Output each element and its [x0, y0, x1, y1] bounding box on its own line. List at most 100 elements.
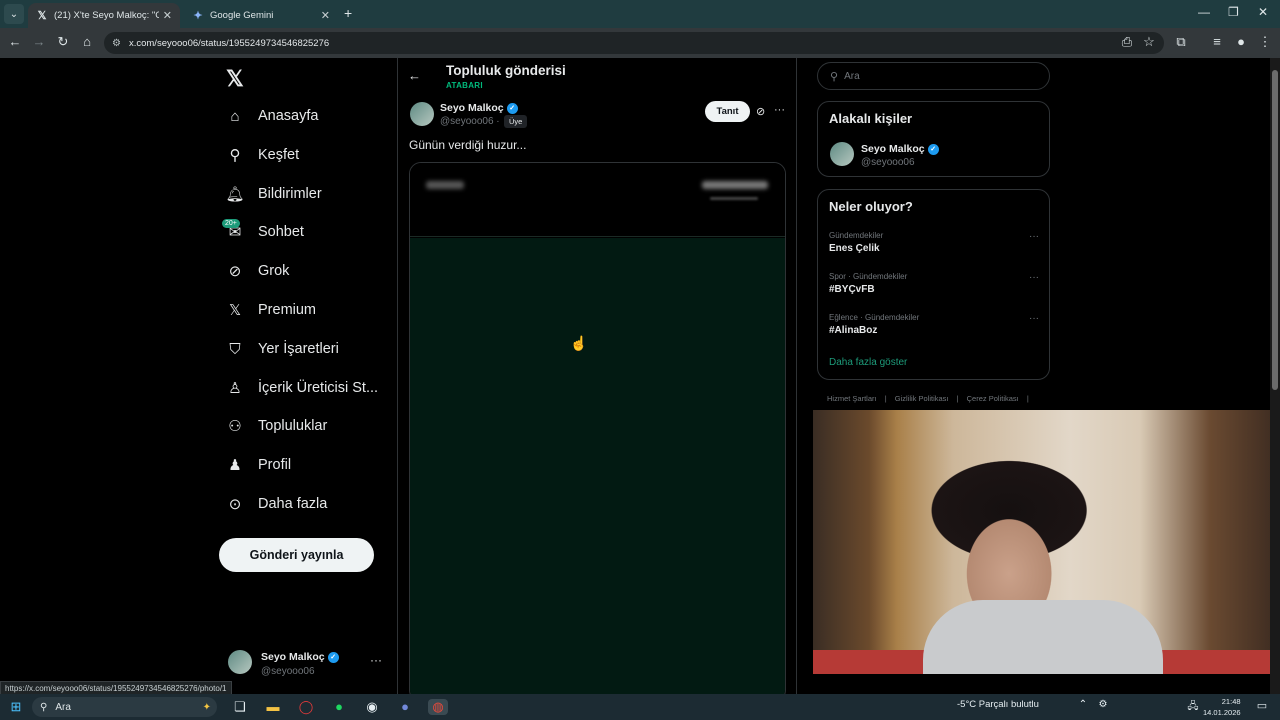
search-icon: ⚲	[229, 147, 241, 164]
taskbar-search[interactable]: ⚲ Ara ✦	[32, 697, 217, 717]
bookmark-star-icon[interactable]: ☆	[1140, 34, 1158, 50]
nav-communities[interactable]: ⚇ Topluluklar	[224, 411, 327, 441]
tray-icons[interactable]: ⚙	[1093, 699, 1113, 710]
search-icon: ⚲	[40, 701, 48, 713]
restore-button[interactable]: ❐	[1228, 5, 1239, 19]
menu-icon[interactable]: ⋮	[1256, 34, 1274, 50]
tab-x-post[interactable]: 𝕏 (21) X'te Seyo Malkoç: "Günün ✕	[28, 3, 180, 28]
cookie-link[interactable]: Çerez Politikası	[967, 394, 1019, 403]
tab-title: Google Gemini	[210, 10, 274, 21]
opera-icon[interactable]: ◯	[296, 699, 316, 715]
webcam-overlay	[813, 410, 1280, 674]
close-tab-icon[interactable]: ✕	[163, 9, 172, 22]
scrollbar-thumb[interactable]	[1272, 70, 1278, 390]
new-tab-button[interactable]: +	[344, 5, 352, 21]
tab-gemini[interactable]: ✦ Google Gemini ✕	[184, 3, 338, 28]
home-icon[interactable]: ⌂	[78, 34, 96, 49]
tray-chevron-icon[interactable]: ⌃	[1073, 699, 1093, 710]
person-handle[interactable]: @seyooo06	[861, 157, 915, 168]
trend-item[interactable]: Spor · Gündemdekiler #BYÇvFB ···	[829, 272, 1039, 295]
blurred-line	[710, 197, 758, 200]
show-more-link[interactable]: Daha fazla göster	[829, 357, 907, 368]
nav-profile[interactable]: ♟ Profil	[224, 450, 291, 480]
taskbar-search-label: Ara	[55, 701, 71, 713]
privacy-link[interactable]: Gizlilik Politikası	[895, 394, 949, 403]
nav-home[interactable]: ⌂ Anasayfa	[224, 101, 318, 131]
weather-widget[interactable]: -5°C Parçalı bulutlu	[957, 699, 1039, 710]
discord-icon[interactable]: ●	[395, 699, 415, 714]
address-bar[interactable]: ⚙ x.com/seyooo06/status/1955249734546825…	[104, 32, 1164, 54]
nav-label: Topluluklar	[258, 418, 328, 434]
close-window-button[interactable]: ✕	[1258, 5, 1268, 19]
forward-icon[interactable]: →	[30, 34, 48, 49]
trend-item[interactable]: Gündemdekiler Enes Çelik ···	[829, 231, 1039, 254]
author-avatar[interactable]	[410, 102, 434, 126]
author-handle[interactable]: @seyooo06 ·	[440, 116, 500, 127]
nav-grok[interactable]: ⊘ Grok	[224, 256, 290, 286]
profile-avatar-icon[interactable]: ●	[1232, 34, 1250, 49]
more-icon[interactable]: ···	[1029, 272, 1039, 283]
url-text: x.com/seyooo06/status/195524973454682527…	[128, 37, 330, 49]
person-name[interactable]: Seyo Malkoç ✓	[861, 143, 939, 155]
community-name[interactable]: ATABARI	[446, 81, 483, 90]
media-control-icon[interactable]: ≡	[1208, 34, 1226, 49]
separator: |	[884, 394, 887, 403]
nav-chat[interactable]: ✉ 20+ Sohbet	[222, 217, 304, 247]
chrome-icon[interactable]: ◍	[428, 699, 448, 715]
nav-explore[interactable]: ⚲ Keşfet	[224, 140, 300, 170]
author-name[interactable]: Seyo Malkoç ✓	[440, 102, 518, 114]
post-text: Günün verdiği huzur...	[409, 138, 527, 152]
terms-link[interactable]: Hizmet Şartları	[827, 394, 877, 403]
clock[interactable]: 21:48 14.01.2026	[1203, 696, 1241, 718]
page-scrollbar[interactable]	[1270, 58, 1280, 694]
spotify-icon[interactable]: ●	[329, 699, 349, 714]
post-column: ← Topluluk gönderisi ATABARI Seyo Malkoç…	[397, 58, 797, 694]
trend-category: Gündemdekiler	[829, 231, 884, 240]
account-name: Seyo Malkoç ✓	[261, 651, 339, 663]
more-icon[interactable]: ···	[370, 653, 382, 667]
back-arrow-icon[interactable]: ←	[408, 68, 421, 83]
nav-bookmarks[interactable]: ⛉ Yer İşaretleri	[224, 334, 339, 364]
avatar[interactable]	[830, 142, 854, 166]
network-icon[interactable]: 🖧︎	[1183, 699, 1203, 716]
extensions-icon[interactable]: ⧉	[1172, 34, 1190, 50]
site-info-icon[interactable]: ⚙	[112, 38, 121, 49]
obs-icon[interactable]: ◉	[362, 699, 382, 715]
windows-taskbar: ⊞ ⚲ Ara ✦ ❏ ▬ ◯ ● ◉ ● ◍ -5°C Parçalı bul…	[0, 694, 1280, 720]
page-title: Topluluk gönderisi	[446, 63, 566, 78]
tab-search-button[interactable]: ⌄	[4, 4, 24, 24]
install-app-icon[interactable]: ⎙	[1118, 34, 1136, 50]
more-icon[interactable]: ···	[1029, 231, 1039, 242]
communities-icon: ⚇	[228, 418, 242, 435]
post-button[interactable]: Gönderi yayınla	[219, 538, 374, 572]
nav-notifications[interactable]: 🔔︎ Bildirimler	[224, 179, 321, 209]
verified-badge-icon: ✓	[327, 651, 339, 663]
x-logo-icon[interactable]: 𝕏	[226, 66, 244, 92]
more-icon[interactable]: ···	[1029, 313, 1039, 324]
nav-premium[interactable]: 𝕏 Premium	[224, 295, 316, 325]
post-image[interactable]: ☝	[409, 162, 786, 694]
account-switcher[interactable]: Seyo Malkoç ✓ @seyooo06 ···	[228, 648, 388, 684]
nav-label: Anasayfa	[258, 108, 319, 124]
nav-creator-studio[interactable]: ♙ İçerik Üreticisi St...	[224, 373, 378, 403]
grok-icon[interactable]: ⊘	[756, 105, 765, 118]
file-explorer-icon[interactable]: ▬	[263, 699, 283, 714]
back-icon[interactable]: ←	[6, 34, 24, 49]
promote-button[interactable]: Tanıt	[705, 101, 750, 122]
windows-start-icon[interactable]: ⊞	[6, 699, 26, 715]
trend-item[interactable]: Eğlence · Gündemdekiler #AlinaBoz ···	[829, 313, 1039, 336]
minimize-button[interactable]: —	[1198, 5, 1210, 19]
notification-icon[interactable]: ▭	[1252, 699, 1272, 712]
more-icon[interactable]: ···	[774, 104, 785, 116]
search-input[interactable]: ⚲ Ara	[817, 62, 1050, 90]
verified-badge-icon: ✓	[927, 143, 939, 155]
x-page: 𝕏 ⌂ Anasayfa ⚲ Keşfet 🔔︎ Bildirimler ✉ 20…	[0, 58, 1280, 694]
trend-category: Spor · Gündemdekiler	[829, 272, 908, 281]
clock-date: 14.01.2026	[1203, 708, 1241, 717]
nav-more[interactable]: ⊙ Daha fazla	[224, 489, 328, 519]
close-tab-icon[interactable]: ✕	[321, 9, 330, 22]
task-view-icon[interactable]: ❏	[230, 699, 250, 715]
reload-icon[interactable]: ↻	[54, 34, 72, 50]
x-premium-icon: 𝕏	[228, 302, 242, 319]
person-shirt	[923, 600, 1163, 674]
